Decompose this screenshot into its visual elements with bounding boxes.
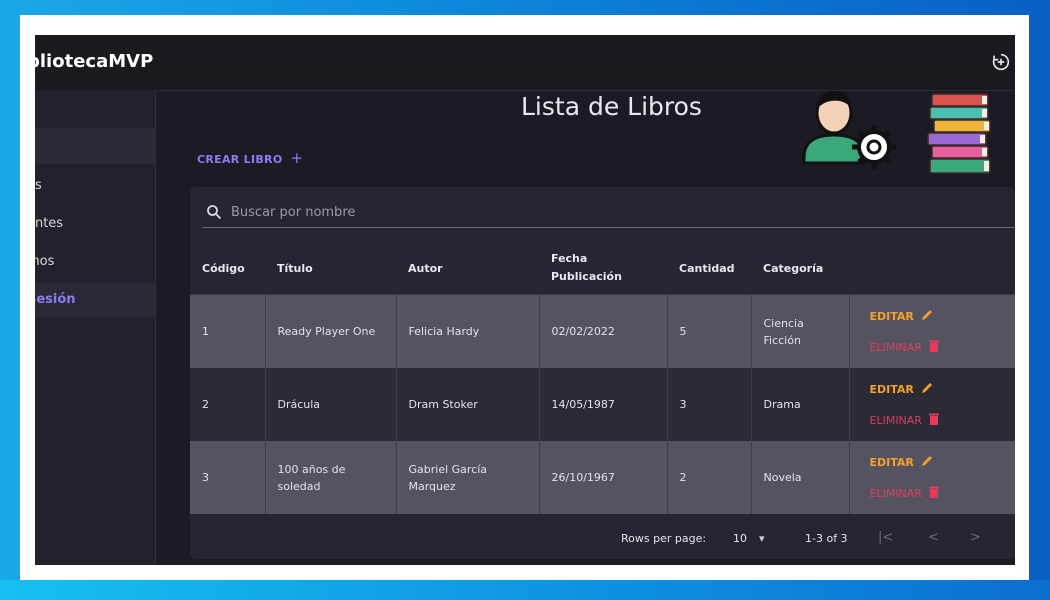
- edit-button[interactable]: EDITAR: [870, 381, 1016, 398]
- sidebar-item-label: mos: [35, 254, 55, 269]
- delete-label: ELIMINAR: [869, 413, 922, 427]
- pencil-icon: [921, 382, 932, 393]
- user-icon: [802, 90, 866, 165]
- admin-books-illustration: [802, 90, 991, 174]
- cell-cantidad: 3: [667, 368, 752, 441]
- books-stack-icon: [927, 93, 991, 174]
- rows-per-page-select[interactable]: 10: [733, 532, 747, 545]
- cell-titulo: Ready Player One: [265, 294, 397, 368]
- first-page-icon[interactable]: |<: [878, 530, 893, 545]
- column-header-fecha-line2: Publicación: [551, 270, 622, 283]
- delete-label: ELIMINAR: [869, 340, 922, 354]
- cell-actions: EDITAR ELIMINAR: [849, 368, 1015, 441]
- column-header-codigo[interactable]: Código: [190, 242, 265, 295]
- create-book-label: CREAR LIBRO: [197, 153, 283, 166]
- edit-label: EDITAR: [869, 382, 914, 396]
- edit-button[interactable]: EDITAR: [870, 308, 1016, 325]
- cell-autor: Dram Stoker: [396, 368, 540, 441]
- add-sync-icon[interactable]: [990, 51, 1012, 73]
- rows-per-page-label: Rows per page:: [621, 532, 707, 545]
- cell-actions: EDITAR ELIMINAR: [849, 294, 1016, 368]
- sidebar-item-label: Sesión: [35, 292, 76, 307]
- sidebar-item-label: antes: [35, 216, 64, 231]
- page-title: Lista de Libros: [521, 92, 702, 121]
- cell-autor: Felicia Hardy: [396, 294, 540, 368]
- cell-categoria: Novela: [751, 441, 850, 514]
- cell-codigo: 1: [190, 294, 266, 368]
- previous-page-icon[interactable]: <: [928, 530, 939, 545]
- delete-button[interactable]: ELIMINAR: [870, 485, 1016, 502]
- cell-categoria: Ciencia Ficción: [751, 294, 850, 368]
- delete-button[interactable]: ELIMINAR: [870, 412, 1016, 429]
- column-header-categoria[interactable]: Categoría: [751, 242, 849, 295]
- cell-fecha: 26/10/1967: [539, 441, 668, 514]
- cell-actions: EDITAR ELIMINAR: [849, 441, 1015, 514]
- cell-codigo: 2: [190, 368, 266, 441]
- cell-fecha: 02/02/2022: [539, 294, 668, 368]
- cell-titulo: Drácula: [265, 368, 397, 441]
- create-book-button[interactable]: CREAR LIBRO +: [197, 149, 303, 167]
- search-input[interactable]: Buscar por nombre: [231, 205, 355, 220]
- table-header-row: Código Título Autor Fecha Publicación Can…: [190, 242, 1015, 295]
- sidebar: os antes mos Sesión: [35, 90, 156, 565]
- column-header-cantidad[interactable]: Cantidad: [667, 242, 751, 295]
- delete-button[interactable]: ELIMINAR: [870, 339, 1016, 356]
- edit-button[interactable]: EDITAR: [870, 454, 1016, 471]
- next-page-icon[interactable]: >: [970, 530, 981, 545]
- app-window: bliotecaMVP os antes mos Sesión Lista de…: [35, 35, 1015, 565]
- cell-cantidad: 5: [667, 294, 752, 368]
- cell-titulo: 100 años de soledad: [265, 441, 397, 514]
- trash-icon: [928, 340, 939, 352]
- cell-fecha: 14/05/1987: [539, 368, 668, 441]
- pagination-range: 1-3 of 3: [805, 532, 848, 545]
- cell-categoria: Drama: [751, 368, 850, 441]
- main-content: Lista de Libros CREAR LIBRO + Buscar por…: [156, 90, 1015, 565]
- cell-codigo: 3: [190, 441, 266, 514]
- pencil-icon: [921, 455, 932, 466]
- search-icon: [207, 205, 222, 220]
- bottom-band: [0, 580, 1050, 600]
- cell-cantidad: 2: [667, 441, 752, 514]
- plus-icon: +: [290, 149, 304, 167]
- table-pagination: Rows per page: 10 ▾ 1-3 of 3 |< < >: [190, 517, 1015, 559]
- table-row: 3 100 años de soledad Gabriel García Mar…: [190, 441, 1015, 514]
- books-table-card: Buscar por nombre Código Título Autor Fe…: [190, 187, 1015, 559]
- sidebar-item-logout[interactable]: Sesión: [35, 282, 155, 318]
- sidebar-item-home[interactable]: [35, 128, 155, 164]
- trash-icon: [928, 413, 939, 425]
- column-header-fecha[interactable]: Fecha Publicación: [539, 242, 667, 295]
- chevron-down-icon[interactable]: ▾: [759, 532, 765, 545]
- edit-label: EDITAR: [869, 309, 914, 323]
- sidebar-item-label: os: [35, 178, 42, 193]
- search-field[interactable]: Buscar por nombre: [202, 199, 1015, 228]
- sidebar-item-estudiantes[interactable]: antes: [35, 206, 155, 242]
- sidebar-item-prestamos[interactable]: mos: [35, 244, 155, 280]
- cell-autor: Gabriel García Marquez: [396, 441, 540, 514]
- app-bar: bliotecaMVP: [35, 35, 1015, 91]
- edit-label: EDITAR: [869, 455, 914, 469]
- trash-icon: [928, 486, 939, 498]
- pencil-icon: [921, 309, 932, 320]
- table-row: 1 Ready Player One Felicia Hardy 02/02/2…: [190, 294, 1016, 368]
- table-row: 2 Drácula Dram Stoker 14/05/1987 3 Drama…: [190, 368, 1015, 441]
- sidebar-item-libros[interactable]: os: [35, 168, 155, 204]
- column-header-autor[interactable]: Autor: [396, 242, 539, 295]
- books-table: Código Título Autor Fecha Publicación Can…: [190, 242, 1015, 514]
- column-header-actions: [849, 242, 1015, 295]
- column-header-fecha-line1: Fecha: [551, 252, 588, 265]
- brand-title: bliotecaMVP: [35, 51, 154, 72]
- delete-label: ELIMINAR: [869, 486, 922, 500]
- column-header-titulo[interactable]: Título: [265, 242, 396, 295]
